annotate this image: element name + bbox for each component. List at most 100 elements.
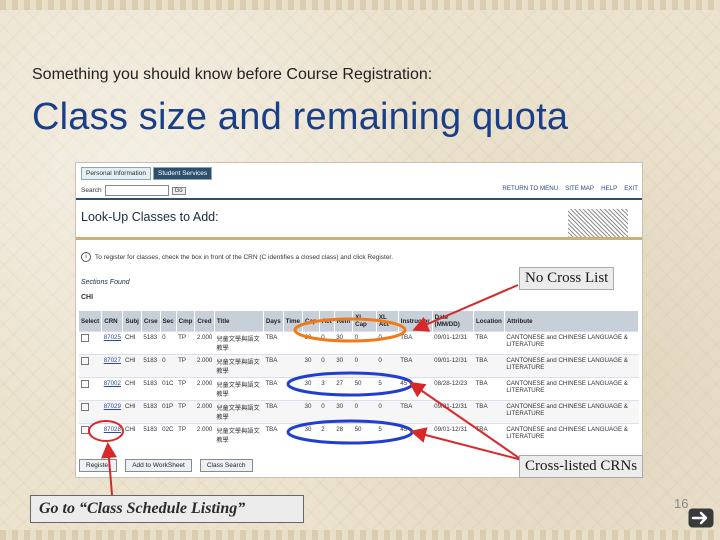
table-cell: 27	[334, 377, 353, 401]
site-map-link[interactable]: SITE MAP	[565, 185, 594, 192]
table-cell-text: 兒童文學與語文教學	[216, 359, 260, 375]
table-cell: 5183	[141, 400, 161, 424]
table-row: 87025 CHI 5183 0 TP 2.000 兒童文學與語文教學 TBA 30 0 30 0 0 T…	[79, 331, 639, 355]
table-cell: 5183	[141, 377, 161, 401]
table-cell: 01P	[160, 400, 177, 424]
table-cell-text: 2.000	[196, 380, 213, 387]
subject-heading: CHI	[81, 294, 94, 301]
table-cell-text: 2	[321, 426, 325, 433]
table-cell: 兒童文學與語文教學	[214, 423, 264, 446]
table-cell-text: TBA	[475, 334, 488, 341]
search-input[interactable]	[104, 185, 169, 196]
table-cell-text: 01P	[162, 403, 174, 410]
table-row: 87028 CHI 5183 02C TP 2.000 兒童文學與語文教學 TBA 30 2 28 5…	[79, 423, 639, 446]
table-cell: 0	[352, 400, 377, 424]
table-cell: 0	[376, 331, 399, 355]
table-cell-text: 0	[162, 334, 166, 341]
table-cell-text: TP	[178, 426, 187, 433]
return-to-menu-link[interactable]: RETURN TO MENU	[502, 185, 558, 192]
column-header: Select	[79, 311, 103, 332]
table-cell-text: 09/01-12/31	[434, 426, 468, 433]
top-navigation: RETURN TO MENU SITE MAP HELP EXIT	[502, 185, 638, 192]
table-body: 87025 CHI 5183 0 TP 2.000 兒童文學與語文教學 TBA 30 0 30 0 0 T…	[79, 331, 639, 446]
register-button[interactable]: Register	[79, 459, 118, 472]
column-header: Attribute	[504, 311, 640, 332]
table-cell-text: 5183	[143, 426, 158, 433]
select-checkbox[interactable]	[81, 403, 89, 411]
help-link[interactable]: HELP	[601, 185, 617, 192]
column-header: XL Act	[376, 311, 399, 332]
search-label: Search	[81, 187, 102, 194]
table-cell: CHI	[122, 400, 142, 424]
table-cell-text: 3	[321, 380, 325, 387]
table-cell: 45	[398, 377, 433, 401]
table-cell-text: 02C	[162, 426, 174, 433]
table-cell-text: 28	[336, 426, 344, 433]
class-search-button[interactable]: Class Search	[199, 459, 253, 472]
table-cell-text: TBA	[265, 403, 278, 410]
select-checkbox[interactable]	[81, 426, 89, 434]
table-cell: TBA	[263, 423, 284, 446]
select-checkbox[interactable]	[81, 357, 89, 365]
table-cell: 28	[334, 423, 353, 446]
table-cell	[283, 423, 303, 446]
slide-subtitle: Something you should know before Course …	[32, 66, 433, 83]
table-cell: CHI	[122, 423, 142, 446]
page-title: Look-Up Classes to Add:	[81, 210, 219, 224]
select-checkbox[interactable]	[81, 334, 89, 342]
column-header: CRN	[101, 311, 124, 332]
info-text: To register for classes, check the box i…	[95, 253, 394, 261]
column-header: Time	[283, 311, 304, 332]
table-cell-text: 50	[354, 380, 362, 387]
table-cell-text: TBA	[475, 426, 488, 433]
go-button[interactable]: Go	[171, 186, 186, 195]
table-cell-text: TBA	[265, 334, 278, 341]
select-cell	[79, 377, 102, 401]
table-cell-text: 5	[378, 426, 382, 433]
table-cell: 兒童文學與語文教學	[214, 331, 264, 355]
crn-link[interactable]: 87002	[104, 380, 121, 387]
column-header: Instructor	[398, 311, 433, 332]
crn-link[interactable]: 87029	[104, 403, 121, 410]
tab-personal-information[interactable]: Personal Information	[81, 167, 151, 180]
table-cell-text: 50	[354, 426, 362, 433]
table-cell: 5183	[141, 354, 161, 378]
table-cell-text: CHI	[124, 380, 136, 387]
table-cell: CHI	[122, 331, 142, 355]
add-to-worksheet-button[interactable]: Add to WorkSheet	[125, 459, 192, 472]
table-cell-text: 09/01-12/31	[434, 403, 468, 410]
table-cell: 兒童文學與語文教學	[214, 377, 264, 401]
table-cell-text: CANTONESE and CHINESE LANGUAGE & LITERAT…	[506, 403, 628, 417]
callout-no-cross-list: No Cross List	[519, 267, 615, 290]
table-cell-text: 0	[321, 334, 325, 341]
crn-link[interactable]: 87027	[104, 357, 121, 364]
exit-link[interactable]: EXIT	[624, 185, 638, 192]
table-cell: TP	[176, 377, 195, 401]
table-cell: 兒童文學與語文教學	[214, 400, 264, 424]
tab-student-services[interactable]: Student Services	[152, 167, 213, 180]
table-cell: 50	[352, 377, 377, 401]
crn-link[interactable]: 87028	[104, 426, 121, 433]
table-cell-text: 5183	[143, 403, 158, 410]
crn-link[interactable]: 87025	[104, 334, 121, 341]
table-cell: 30	[334, 400, 353, 424]
table-cell-text: 兒童文學與語文教學	[216, 428, 260, 444]
callout-go-to-listing[interactable]: Go to “Class Schedule Listing”	[30, 495, 304, 523]
column-header: Rem	[334, 311, 354, 332]
table-cell: 0	[160, 331, 177, 355]
select-checkbox[interactable]	[81, 380, 89, 388]
next-arrow-icon[interactable]	[688, 508, 714, 528]
column-header: Sec	[160, 311, 177, 332]
table-cell: 0	[319, 331, 335, 355]
table-cell-text: TBA	[400, 403, 413, 410]
table-cell: 0	[376, 354, 399, 378]
table-cell: 5183	[141, 331, 161, 355]
table-cell-text: CHI	[124, 426, 136, 433]
table-cell: 30	[334, 354, 353, 378]
callout-cross-listed: Cross-listed CRNs	[519, 455, 644, 478]
table-cell-text: 30	[304, 334, 312, 341]
table-cell-text: 01C	[162, 380, 174, 387]
column-header: Subj	[122, 311, 142, 332]
column-header: Cred	[194, 311, 215, 332]
table-cell: 87028	[101, 423, 123, 446]
